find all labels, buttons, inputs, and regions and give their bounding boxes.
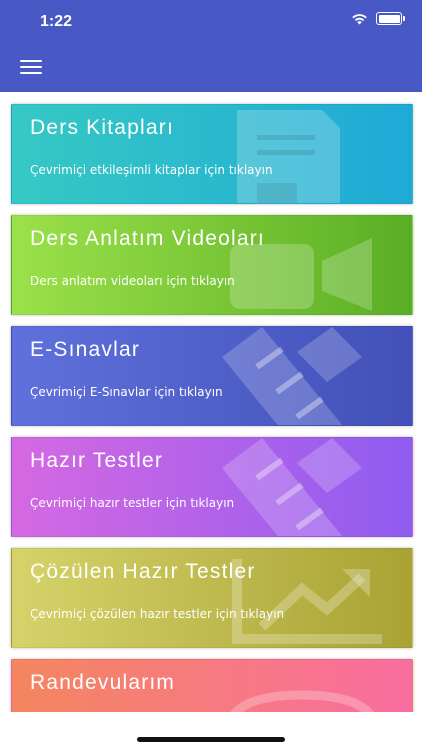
book-icon bbox=[237, 110, 340, 203]
card-ders-anlatim-videolari[interactable]: Ders Anlatım Videoları Ders anlatım vide… bbox=[11, 215, 413, 315]
card-title: E-Sınavlar bbox=[30, 338, 141, 361]
card-subtitle: Çevrimiçi E-Sınavlar için tıklayın bbox=[30, 385, 223, 399]
home-indicator[interactable] bbox=[137, 737, 285, 742]
card-subtitle: Çevrimiçi etkileşimli kitaplar için tıkl… bbox=[30, 163, 273, 177]
card-title: Hazır Testler bbox=[30, 449, 164, 472]
menu-card-list: Ders Kitapları Çevrimiçi etkileşimli kit… bbox=[0, 92, 422, 712]
card-cozulen-hazir-testler[interactable]: Çözülen Hazır Testler Çevrimiçi çözülen … bbox=[11, 548, 413, 648]
phone-icon bbox=[230, 690, 374, 712]
card-title: Randevularım bbox=[30, 671, 176, 694]
pencil-ruler-icon bbox=[222, 438, 362, 536]
hamburger-menu-icon[interactable] bbox=[20, 60, 42, 74]
wifi-icon bbox=[352, 13, 367, 24]
card-randevularim[interactable]: Randevularım bbox=[11, 659, 413, 712]
card-subtitle: Çevrimiçi hazır testler için tıklayın bbox=[30, 496, 235, 510]
battery-icon bbox=[376, 12, 405, 25]
card-hazir-testler[interactable]: Hazır Testler Çevrimiçi hazır testler iç… bbox=[11, 437, 413, 537]
status-icons bbox=[351, 12, 405, 25]
card-subtitle: Ders anlatım videoları için tıklayın bbox=[30, 274, 235, 288]
card-ders-kitaplari[interactable]: Ders Kitapları Çevrimiçi etkileşimli kit… bbox=[11, 104, 413, 204]
pencil-ruler-icon bbox=[222, 327, 362, 425]
card-title: Ders Anlatım Videoları bbox=[30, 227, 265, 250]
card-e-sinavlar[interactable]: E-Sınavlar Çevrimiçi E-Sınavlar için tık… bbox=[11, 326, 413, 426]
app-header: 1:22 bbox=[0, 0, 422, 92]
card-title: Ders Kitapları bbox=[30, 116, 175, 139]
card-title: Çözülen Hazır Testler bbox=[30, 560, 256, 583]
card-subtitle: Çevrimiçi çözülen hazır testler için tık… bbox=[30, 607, 285, 621]
status-time: 1:22 bbox=[40, 13, 73, 30]
